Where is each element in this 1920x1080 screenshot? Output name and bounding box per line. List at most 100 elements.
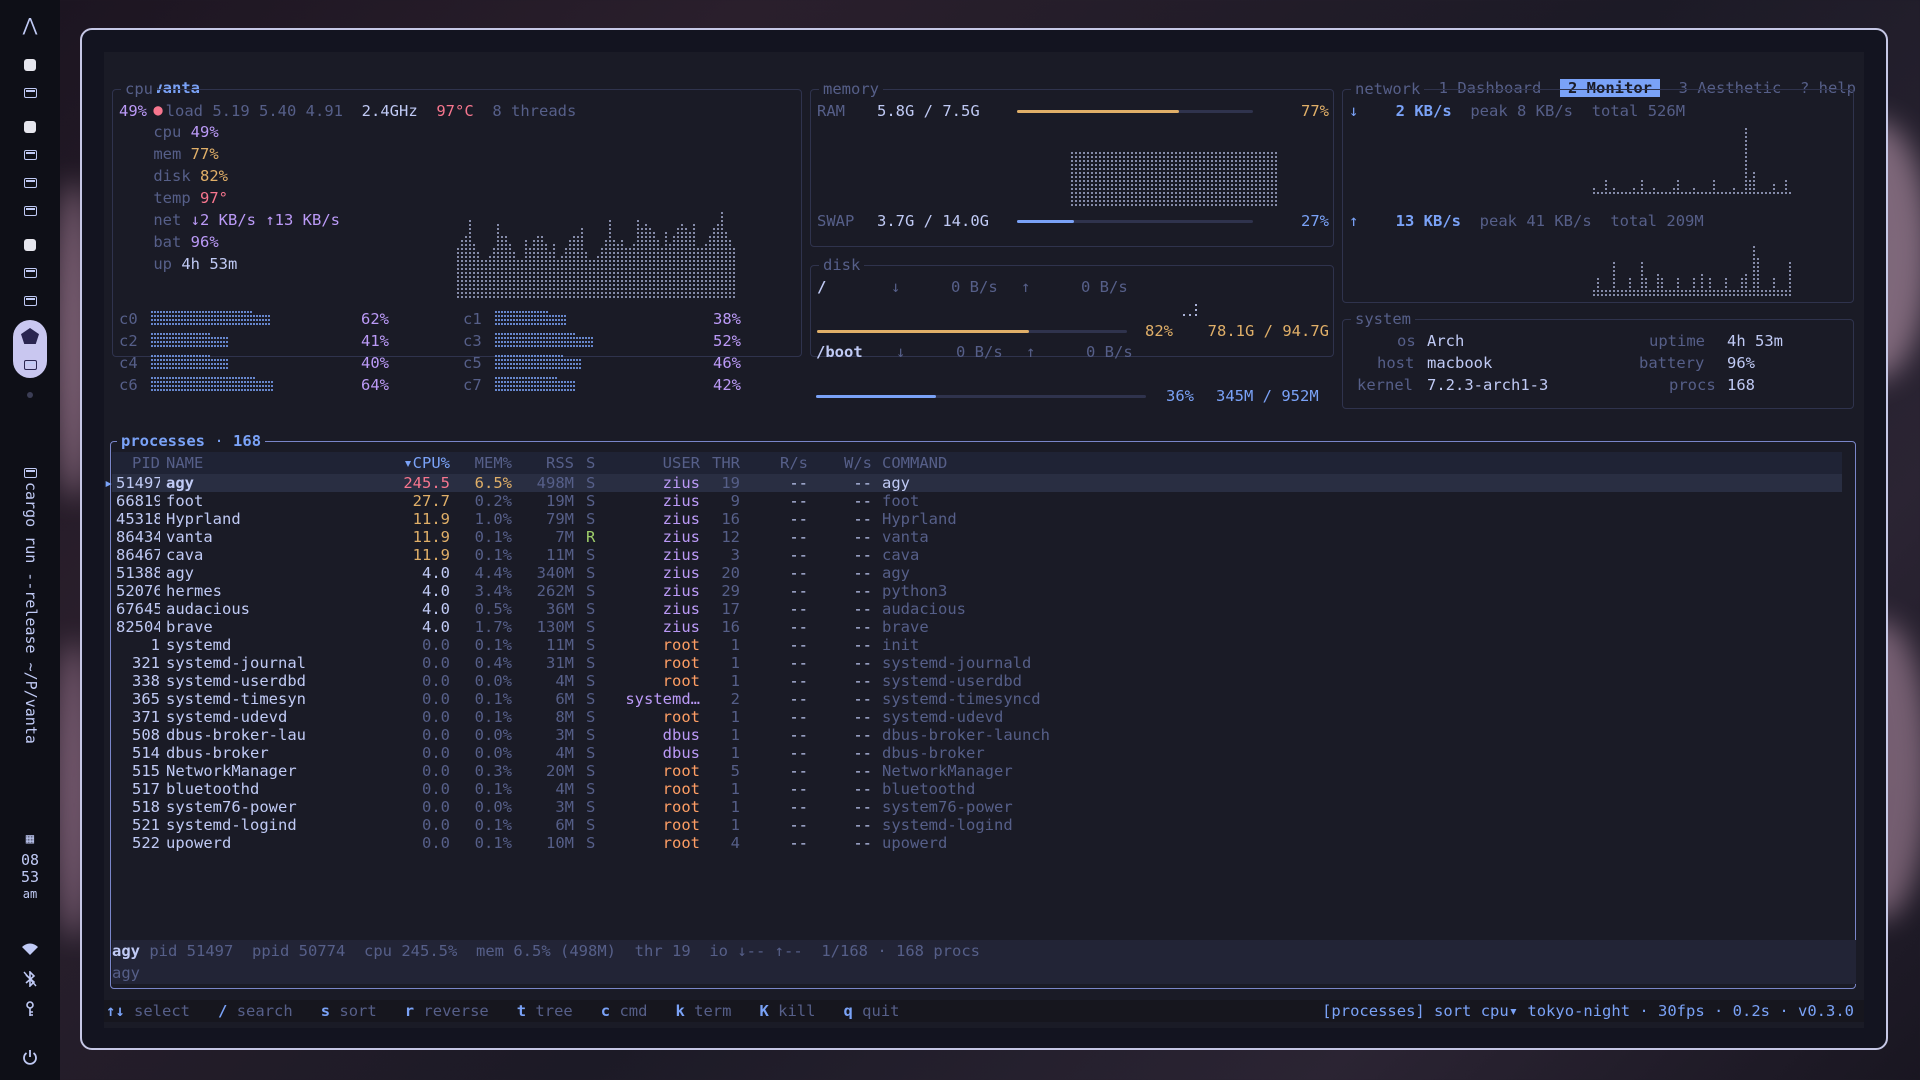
cell-name: upowerd	[166, 834, 232, 852]
swap-percent: 27%	[1301, 212, 1329, 230]
cpu-core-percent: 41%	[361, 332, 389, 350]
window-title-vertical: cargo run --release ~/P/vanta	[22, 482, 40, 744]
disk-root-read: 0 B/s	[951, 278, 998, 296]
power-icon[interactable]	[19, 1046, 41, 1068]
memory-panel: memory RAM 5.8G / 7.5G 77% SWAP 3.7G / 1…	[810, 79, 1334, 247]
system-os-label: os	[1397, 332, 1416, 350]
cpu-core-label: c3	[463, 332, 482, 350]
cpu-core-percent: 62%	[361, 310, 389, 328]
wifi-icon[interactable]	[19, 938, 41, 960]
keybindings: ↑↓ select / search s sort r reverse t tr…	[106, 1000, 927, 1022]
terminal-window-icon[interactable]	[19, 144, 41, 166]
workspace-2-icon[interactable]	[19, 116, 41, 138]
detail-command: agy	[112, 964, 140, 982]
key-icon[interactable]	[19, 998, 41, 1020]
detail-name: agy	[112, 942, 140, 960]
system-os: Arch	[1427, 332, 1465, 350]
system-battery: 96%	[1727, 354, 1755, 372]
terminal-window-icon	[19, 462, 41, 484]
column-header-user[interactable]: USER	[604, 452, 700, 474]
tab-bar: 1 Dashboard 2 Monitor 3 Aesthetic ? help	[1401, 55, 1856, 97]
cpu-core-label: c1	[463, 310, 482, 328]
cell-user: root	[662, 834, 700, 852]
column-header-ws[interactable]: W/s	[812, 452, 872, 474]
clock-hour: 08	[20, 851, 40, 869]
status-right-text: [processes] sort cpu▾ tokyo-night · 30fp…	[1322, 1002, 1854, 1020]
swap-label: SWAP	[817, 212, 855, 230]
terminal: vanta ● cpu 49% mem 77% disk 82% temp 97…	[104, 52, 1864, 1028]
column-header-rs[interactable]: R/s	[744, 452, 808, 474]
cpu-core-percent: 64%	[361, 376, 389, 394]
cpu-core-label: c0	[119, 310, 138, 328]
cpu-core-label: c7	[463, 376, 482, 394]
net-up-total-label: total	[1610, 212, 1658, 230]
disk-boot-percent: 36%	[1166, 387, 1194, 405]
workspace-3-icon[interactable]	[19, 234, 41, 256]
top-status-line: vanta ● cpu 49% mem 77% disk 82% temp 97…	[116, 55, 340, 273]
cell-pid: 522	[132, 834, 160, 852]
terminal-window-icon[interactable]	[19, 290, 41, 312]
net-down-total-label: total	[1591, 102, 1639, 120]
detail-mem: mem 6.5% (498M)	[476, 942, 616, 960]
column-header-thr[interactable]: THR	[704, 452, 740, 474]
net-up-line: ↑ 13 KB/s peak 41 KB/s total 209M	[1349, 210, 1704, 232]
column-header-name[interactable]: NAME	[166, 452, 396, 474]
bluetooth-off-icon[interactable]	[19, 968, 41, 990]
disk-io-spark	[1183, 304, 1197, 316]
column-header-mem[interactable]: MEM%	[464, 452, 512, 474]
workspace-1-icon[interactable]	[19, 54, 41, 76]
cpu-core-label: c2	[119, 332, 138, 350]
net-down-peak-label: peak	[1470, 102, 1508, 120]
disk-boot-usage: 345M / 952M	[1216, 387, 1319, 405]
cpu-core-bar	[495, 377, 575, 391]
cpu-panel: cpu 49% load 5.19 5.40 4.91 2.4GHz 97°C …	[112, 79, 802, 394]
clock: 08 53 am	[0, 852, 60, 903]
net-up-graph	[1593, 246, 1791, 296]
terminal-window-icon[interactable]	[19, 172, 41, 194]
cpu-summary: 49% load 5.19 5.40 4.91 2.4GHz 97°C 8 th…	[119, 100, 576, 122]
system-host: macbook	[1427, 354, 1493, 372]
disk-root-bar	[817, 330, 1029, 333]
net-down-line: ↓ 2 KB/s peak 8 KB/s total 526M	[1349, 100, 1685, 122]
network-panel-title: network	[1351, 79, 1425, 99]
net-up-peak-label: peak	[1479, 212, 1517, 230]
disk-boot-read: 0 B/s	[956, 343, 1003, 361]
detail-position: 1/168 · 168 procs	[821, 942, 980, 960]
calendar-icon[interactable]: ▦	[19, 828, 41, 850]
ram-percent: 77%	[1301, 102, 1329, 120]
system-host-label: host	[1377, 354, 1415, 372]
cpu-freq: 2.4GHz	[361, 102, 418, 120]
cpu-core-label: c5	[463, 354, 482, 372]
window-icon[interactable]	[19, 82, 41, 104]
cpu-core-percent: 38%	[713, 310, 741, 328]
disk-mount-root: /	[817, 278, 827, 296]
system-kernel: 7.2.3-arch1-3	[1427, 376, 1549, 394]
column-header-pid[interactable]: PID	[116, 452, 160, 474]
key-1: /	[218, 1002, 228, 1020]
column-header-rss[interactable]: RSS	[518, 452, 574, 474]
terminal-window-icon[interactable]	[19, 262, 41, 284]
selection-marker-icon: ▸	[104, 474, 114, 492]
ram-label: RAM	[817, 102, 845, 120]
cpu-core-bar	[495, 311, 566, 325]
column-header-cmd[interactable]: COMMAND	[882, 452, 1482, 474]
column-header-s[interactable]: S	[586, 452, 602, 474]
workspace-dot-icon[interactable]	[27, 392, 33, 398]
disk-arrow-up-icon: ↑	[1021, 278, 1031, 296]
active-workspace[interactable]	[13, 320, 47, 378]
detail-ppid: ppid 50774	[252, 942, 346, 960]
key-7: K	[759, 1002, 769, 1020]
cpu-load: 5.19 5.40 4.91	[212, 102, 343, 120]
cell-s: S	[586, 834, 596, 852]
column-header-cpu[interactable]: ▾CPU%	[394, 452, 450, 474]
arch-logo-icon[interactable]: ⋀	[19, 14, 41, 36]
key-label: sort	[339, 1002, 377, 1020]
key-3: r	[404, 1002, 415, 1020]
cpu-load-label: load	[165, 102, 203, 120]
disk-mount-boot: /boot	[816, 343, 863, 361]
cell-rs: --	[789, 834, 808, 852]
system-procs-label: procs	[1669, 376, 1716, 394]
terminal-window-icon[interactable]	[19, 200, 41, 222]
clock-ampm: am	[22, 887, 38, 901]
cpu-usage: 49%	[119, 102, 147, 120]
